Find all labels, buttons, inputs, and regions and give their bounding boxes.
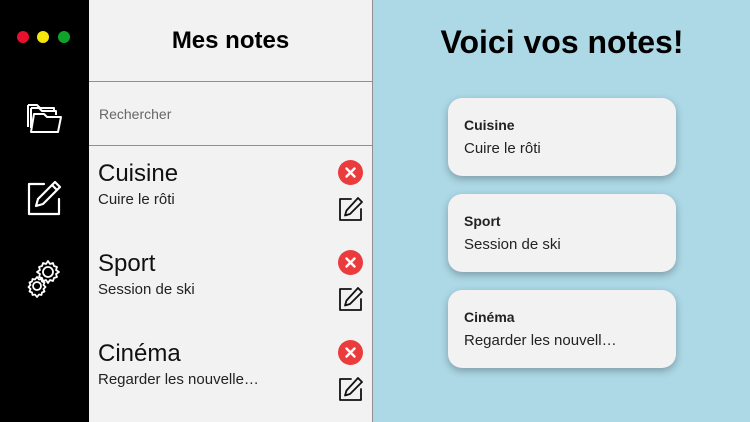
edit-note-button[interactable] bbox=[337, 196, 364, 223]
settings-gears-icon[interactable] bbox=[24, 258, 64, 298]
note-card[interactable]: Cinéma Regarder les nouvell… bbox=[448, 290, 676, 368]
edit-note-button[interactable] bbox=[337, 376, 364, 403]
note-title: Cinéma bbox=[98, 340, 181, 367]
search-bar bbox=[89, 82, 372, 146]
delete-note-button[interactable] bbox=[338, 160, 363, 185]
list-item[interactable]: Sport Session de ski bbox=[89, 236, 372, 326]
card-title: Cinéma bbox=[464, 309, 515, 325]
delete-note-button[interactable] bbox=[338, 250, 363, 275]
notes-list-panel: Mes notes Cuisine Cuire le rôti Sport Se… bbox=[89, 0, 373, 422]
edit-icon bbox=[339, 197, 363, 221]
list-item[interactable]: Cinéma Regarder les nouvelle… bbox=[89, 326, 372, 416]
note-body: Cuire le rôti bbox=[98, 191, 175, 208]
card-body: Cuire le rôti bbox=[464, 140, 541, 157]
close-icon bbox=[345, 347, 356, 358]
note-title: Cuisine bbox=[98, 160, 179, 187]
edit-icon bbox=[339, 377, 363, 401]
card-body: Session de ski bbox=[464, 236, 561, 253]
edit-note-button[interactable] bbox=[337, 286, 364, 313]
close-icon bbox=[345, 257, 356, 268]
close-icon bbox=[345, 167, 356, 178]
note-card[interactable]: Sport Session de ski bbox=[448, 194, 676, 272]
window-maximize-button[interactable] bbox=[58, 31, 70, 43]
window-minimize-button[interactable] bbox=[37, 31, 49, 43]
delete-note-button[interactable] bbox=[338, 340, 363, 365]
card-body: Regarder les nouvell… bbox=[464, 332, 617, 349]
list-item[interactable]: Cuisine Cuire le rôti bbox=[89, 146, 372, 236]
search-input[interactable] bbox=[89, 82, 372, 145]
note-body: Regarder les nouvelle… bbox=[98, 371, 259, 388]
list-title: Mes notes bbox=[89, 0, 372, 82]
card-title: Sport bbox=[464, 213, 501, 229]
page-title: Voici vos notes! bbox=[440, 24, 684, 60]
window-close-button[interactable] bbox=[17, 31, 29, 43]
edit-icon bbox=[339, 287, 363, 311]
card-title: Cuisine bbox=[464, 117, 515, 133]
folder-icon[interactable] bbox=[24, 97, 64, 137]
edit-note-icon[interactable] bbox=[24, 178, 64, 218]
note-card[interactable]: Cuisine Cuire le rôti bbox=[448, 98, 676, 176]
note-body: Session de ski bbox=[98, 281, 195, 298]
note-title: Sport bbox=[98, 250, 156, 277]
app-sidebar bbox=[0, 0, 89, 422]
